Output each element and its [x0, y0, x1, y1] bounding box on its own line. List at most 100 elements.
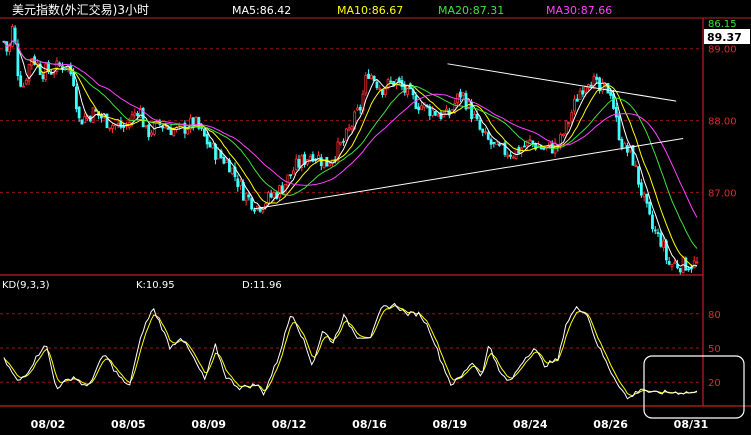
candle-body [247, 194, 251, 198]
candle-body [692, 260, 696, 268]
candle-body [356, 107, 359, 111]
candle-body [626, 145, 629, 153]
candle-body [562, 133, 565, 136]
x-tick-label: 08/24 [513, 418, 548, 431]
candle-body [367, 73, 370, 79]
k-value-label: K:10.95 [136, 280, 175, 291]
candle-body [111, 125, 114, 129]
candle-body [531, 140, 535, 144]
candle-body [161, 126, 165, 129]
kd-tick-label: 80 [708, 310, 721, 321]
candle-body [589, 84, 593, 87]
candle-body [24, 79, 28, 85]
candle-body [642, 193, 646, 198]
price-tick-label: 89.00 [708, 45, 737, 56]
candle-body [186, 129, 190, 135]
candle-body [41, 74, 45, 80]
ma-label-ma5: MA5:86.42 [232, 4, 291, 17]
candle-body [80, 119, 84, 125]
price-tick-label: 87.00 [708, 188, 737, 199]
candle-body [19, 75, 23, 87]
candle-body [662, 240, 666, 249]
candle-body [172, 128, 176, 136]
candle-body [269, 193, 273, 198]
candle-body [575, 98, 579, 102]
candle-body [236, 178, 240, 188]
ma-label-ma10: MA10:86.67 [337, 4, 403, 17]
candle-body [472, 114, 476, 119]
candle-body [358, 106, 362, 111]
candle-body [511, 156, 515, 159]
candle-body [573, 98, 576, 112]
candle-body [634, 164, 638, 167]
candle-body [144, 125, 148, 128]
candle-body [637, 166, 640, 185]
candle-body [286, 174, 290, 186]
candle-body [431, 109, 435, 116]
candle-body [133, 112, 137, 116]
candle-body [289, 174, 293, 177]
candle-body [414, 95, 418, 109]
candle-body [656, 232, 660, 234]
candle-body [266, 192, 270, 204]
candle-body [253, 209, 256, 212]
kd-tick-label: 50 [708, 344, 721, 355]
candle-body [631, 145, 635, 166]
candle-body [486, 132, 490, 140]
candle-body [651, 214, 654, 230]
candle-body [339, 141, 343, 145]
candle-body [687, 268, 691, 271]
candle-body [578, 90, 582, 100]
candle-body [614, 107, 618, 118]
candle-body [216, 149, 220, 160]
candle-body [389, 80, 393, 83]
candle-body [369, 74, 373, 80]
candle-body [406, 85, 409, 95]
price-tick-label: 88.00 [708, 117, 737, 128]
candle-body [250, 197, 254, 210]
background [0, 0, 751, 435]
candle-body [108, 127, 112, 130]
candle-body [659, 233, 663, 247]
candle-body [564, 120, 568, 135]
candle-body [278, 185, 281, 199]
current-price-label: 89.37 [707, 31, 742, 44]
candle-body [22, 85, 25, 88]
candle-body [645, 193, 649, 204]
candle-body [495, 141, 499, 146]
candle-body [492, 142, 496, 144]
d-value-label: D:11.96 [242, 280, 282, 291]
candle-body [436, 114, 440, 117]
candle-body [202, 128, 206, 137]
kd-tick-label: 20 [708, 378, 721, 389]
kd-indicator-label: KD(9,3,3) [2, 280, 50, 291]
x-tick-label: 08/09 [191, 418, 226, 431]
candle-body [506, 154, 510, 157]
candle-body [386, 79, 390, 88]
candle-body [581, 90, 585, 95]
candle-body [122, 125, 126, 128]
candle-body [130, 114, 134, 124]
candle-body [230, 167, 234, 175]
candle-body [639, 182, 643, 196]
candle-body [239, 181, 242, 186]
x-tick-label: 08/31 [674, 418, 709, 431]
candle-body [397, 77, 401, 82]
candle-body [147, 124, 151, 138]
candle-body [91, 107, 95, 123]
candle-body [523, 145, 526, 148]
candle-body [378, 87, 382, 90]
candle-body [225, 159, 229, 163]
candle-body [244, 193, 248, 202]
candle-body [567, 122, 571, 124]
candle-body [208, 142, 212, 148]
candle-body [292, 170, 295, 175]
candle-body [648, 201, 652, 215]
candle-body [595, 76, 599, 80]
candle-body [570, 112, 574, 122]
candle-body [475, 113, 479, 120]
candle-body [164, 126, 167, 129]
candle-body [433, 111, 437, 116]
candle-body [695, 261, 699, 264]
x-tick-label: 08/16 [352, 418, 387, 431]
